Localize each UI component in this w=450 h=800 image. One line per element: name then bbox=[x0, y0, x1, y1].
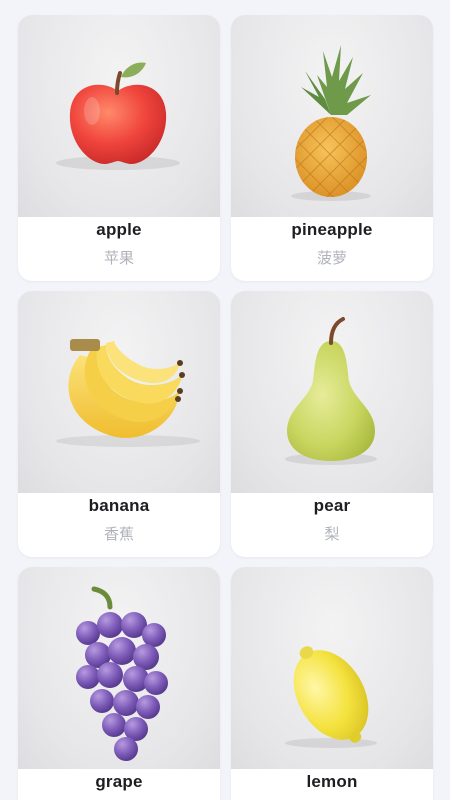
fruit-name-english: banana bbox=[88, 496, 150, 515]
fruit-name-english: lemon bbox=[306, 772, 358, 791]
fruit-name-english: pineapple bbox=[291, 220, 373, 239]
fruit-name-chinese: 梨 bbox=[324, 525, 340, 543]
fruit-grid: apple 苹果 pineapple 菠萝 banana 香蕉 pear 梨 g… bbox=[0, 0, 450, 800]
fruit-name-english: grape bbox=[95, 772, 143, 791]
lemon-illustration bbox=[231, 567, 433, 769]
fruit-card-pineapple[interactable]: pineapple 菠萝 bbox=[231, 15, 433, 281]
fruit-name-chinese: 香蕉 bbox=[103, 525, 134, 543]
fruit-name-chinese: 苹果 bbox=[103, 249, 134, 267]
fruit-card-banana[interactable]: banana 香蕉 bbox=[18, 291, 220, 557]
fruit-name-english: pear bbox=[313, 496, 351, 515]
apple-illustration bbox=[18, 15, 220, 217]
grape-illustration bbox=[18, 567, 220, 769]
fruit-card-pear[interactable]: pear 梨 bbox=[231, 291, 433, 557]
fruit-card-grape[interactable]: grape bbox=[18, 567, 220, 800]
banana-illustration bbox=[18, 291, 220, 493]
fruit-card-lemon[interactable]: lemon bbox=[231, 567, 433, 800]
fruit-card-apple[interactable]: apple 苹果 bbox=[18, 15, 220, 281]
fruit-name-chinese: 菠萝 bbox=[316, 249, 347, 267]
fruit-name-english: apple bbox=[96, 220, 142, 239]
pear-illustration bbox=[231, 291, 433, 493]
pineapple-illustration bbox=[231, 15, 433, 217]
